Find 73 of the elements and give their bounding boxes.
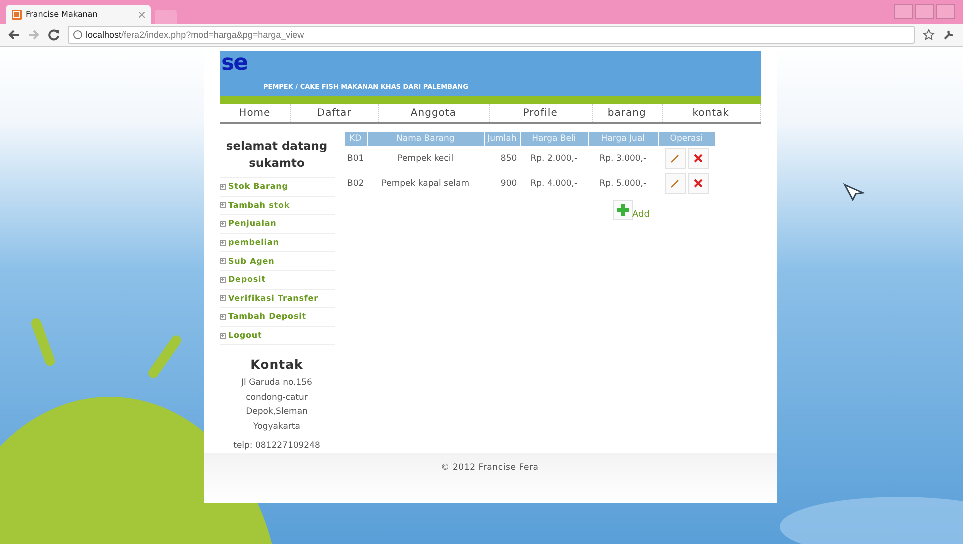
expand-icon	[220, 276, 226, 283]
add-button[interactable]	[612, 200, 632, 220]
sidebar-menu-item[interactable]: Logout	[220, 326, 334, 346]
table-cell-text: Rp. 4.000,-	[530, 178, 579, 190]
expand-icon	[220, 258, 226, 264]
cross-icon	[694, 154, 703, 164]
expand-icon	[220, 240, 226, 246]
address-line: Yogyakarta	[252, 420, 302, 434]
delete-button[interactable]	[688, 148, 709, 170]
address-line: Depok,Sleman	[245, 406, 309, 420]
nav-link[interactable]: Anggota	[378, 104, 490, 122]
delete-button[interactable]	[688, 173, 709, 194]
contact-heading: Kontak	[250, 357, 304, 372]
sidebar-menu-item[interactable]: Tambah stok	[220, 196, 334, 216]
tab-title: Francise Makanan	[26, 10, 98, 19]
back-icon[interactable]	[8, 29, 20, 41]
sidebar-menu-item[interactable]: Deposit	[220, 270, 334, 290]
table-cell-text: Rp. 5.000,-	[598, 178, 648, 190]
nav-link[interactable]: Daftar	[291, 104, 379, 122]
pencil-icon	[670, 153, 680, 164]
expand-icon	[220, 220, 226, 227]
sidebar-menu-item[interactable]: Verifikasi Transfer	[220, 290, 334, 308]
sidebar-menu-item[interactable]: pembelian	[220, 234, 334, 252]
column-header: Nama Barang	[367, 132, 484, 146]
column-header: Operasi	[658, 132, 716, 146]
plus-icon	[616, 204, 628, 216]
site-logo: se	[222, 53, 249, 75]
nav-link[interactable]: Home	[220, 104, 292, 122]
expand-icon	[220, 295, 226, 302]
url-text: localhost/fera2/index.php?mod=harga&pg=harga_view	[86, 30, 304, 40]
table-cell: Rp. 3.000,-	[588, 146, 658, 171]
address-line: Jl Garuda no.156	[240, 377, 314, 390]
phone-number: telp: 081227109248	[232, 441, 322, 452]
cross-icon	[694, 179, 703, 188]
column-header: Harga Jual	[588, 132, 658, 146]
sidebar-menu-item[interactable]: Tambah Deposit	[220, 308, 334, 327]
table-cell-text: B02	[346, 178, 366, 190]
address-field[interactable]: localhost/fera2/index.php?mod=harga&pg=harga_view	[68, 26, 915, 44]
table-cell: Rp. 2.000,-	[520, 146, 588, 171]
star-icon[interactable]	[923, 29, 935, 41]
sidebar-menu-item[interactable]: Sub Agen	[220, 252, 334, 271]
column-header: Harga Beli	[520, 132, 588, 146]
edit-button[interactable]	[664, 148, 686, 169]
table-cell: Pempek kecil	[367, 146, 484, 171]
column-header: KD	[344, 132, 368, 146]
address-line: condong-catur	[245, 392, 309, 405]
add-link[interactable]: Add	[632, 210, 650, 220]
table-cell-text: Pempek kapal selam	[380, 178, 471, 190]
greeting-heading: selamat datang sukamto	[220, 132, 334, 178]
sidebar-menu-item[interactable]: Stok Barang	[220, 178, 334, 197]
nav-link[interactable]: kontak	[662, 104, 760, 122]
globe-icon	[73, 30, 83, 40]
expand-icon	[220, 332, 226, 339]
close-icon[interactable]	[139, 12, 145, 18]
column-header: Jumlah	[484, 132, 520, 146]
nav-link[interactable]: barang	[592, 104, 663, 122]
expand-icon	[220, 202, 226, 208]
expand-icon	[220, 184, 226, 190]
browser-tab[interactable]: Francise Makanan	[6, 5, 151, 24]
expand-icon	[220, 314, 226, 320]
table-cell: B01	[344, 146, 368, 171]
cursor-icon	[843, 181, 865, 203]
copyright-text: © 2012 Francise Fera	[441, 463, 539, 475]
table-cell: 850	[484, 146, 520, 171]
table-cell-text: 900	[500, 178, 518, 190]
edit-button[interactable]	[664, 172, 686, 194]
wrench-icon[interactable]	[943, 29, 955, 41]
forward-icon[interactable]	[28, 29, 40, 41]
reload-icon[interactable]	[48, 29, 60, 41]
sidebar-menu-item[interactable]: Penjualan	[220, 215, 334, 234]
pencil-icon	[670, 178, 680, 188]
nav-link[interactable]: Profile	[490, 104, 593, 122]
favicon-icon	[12, 10, 22, 20]
